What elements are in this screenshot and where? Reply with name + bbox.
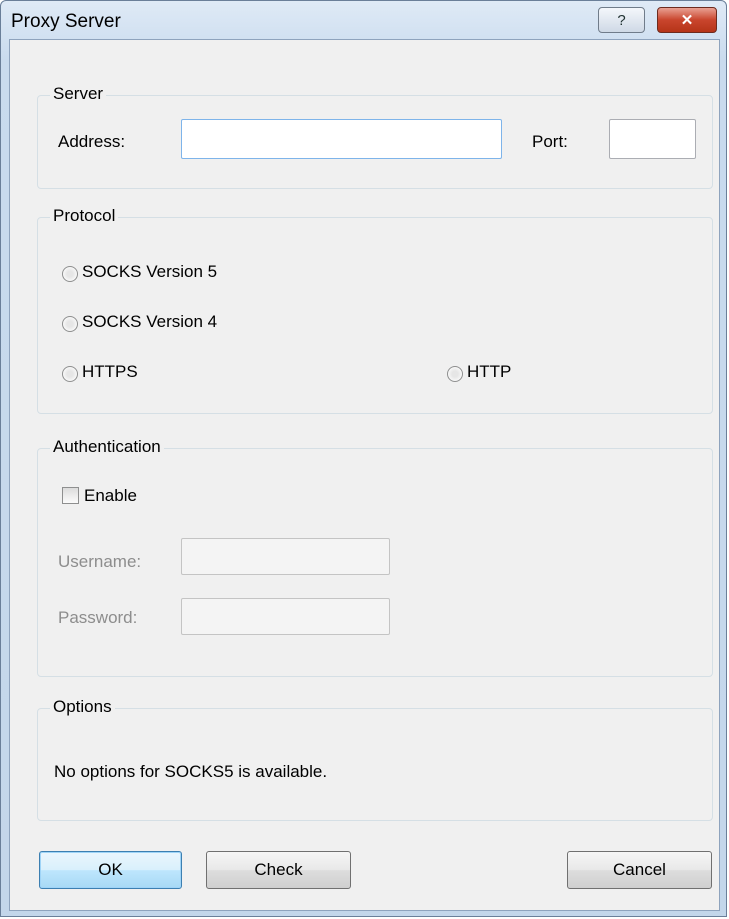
radio-icon[interactable] — [62, 316, 78, 332]
options-message: No options for SOCKS5 is available. — [54, 762, 328, 781]
protocol-group: Protocol SOCKS Version 5 SOCKS Version 4… — [37, 206, 713, 414]
radio-socks4-label[interactable]: SOCKS Version 4 — [82, 312, 217, 332]
close-button[interactable]: ✕ — [657, 7, 717, 33]
authentication-group: Authentication Enable Username: Password… — [37, 437, 713, 677]
port-label: Port: — [532, 132, 568, 151]
authentication-legend: Authentication — [50, 437, 164, 457]
password-label: Password: — [58, 608, 138, 627]
radio-socks5-label[interactable]: SOCKS Version 5 — [82, 262, 217, 282]
address-label: Address: — [58, 132, 126, 151]
address-input[interactable] — [181, 119, 502, 159]
radio-icon[interactable] — [447, 366, 463, 382]
help-button[interactable]: ? — [598, 7, 645, 33]
title-bar[interactable]: Proxy Server ? ✕ — [1, 1, 726, 39]
radio-icon[interactable] — [62, 266, 78, 282]
help-icon: ? — [617, 11, 626, 29]
protocol-legend: Protocol — [50, 206, 119, 226]
server-legend: Server — [50, 84, 107, 104]
check-button[interactable]: Check — [206, 851, 351, 889]
enable-label[interactable]: Enable — [84, 486, 137, 506]
username-input[interactable] — [181, 538, 390, 575]
cancel-button[interactable]: Cancel — [567, 851, 712, 889]
checkbox-icon[interactable] — [62, 487, 79, 504]
dialog-title: Proxy Server — [11, 11, 121, 32]
server-group: Server Address: Port: — [37, 84, 713, 189]
ok-button[interactable]: OK — [39, 851, 182, 889]
close-icon: ✕ — [680, 12, 694, 29]
options-legend: Options — [50, 697, 115, 717]
radio-http-label[interactable]: HTTP — [467, 362, 511, 382]
options-group: Options No options for SOCKS5 is availab… — [37, 697, 713, 821]
radio-https-label[interactable]: HTTPS — [82, 362, 138, 382]
password-input[interactable] — [181, 598, 390, 635]
port-input[interactable] — [609, 119, 696, 159]
proxy-server-dialog: Proxy Server ? ✕ Server Address: Port: P… — [0, 0, 727, 917]
dialog-body: Server Address: Port: Protocol SOCKS Ver… — [9, 39, 720, 911]
radio-icon[interactable] — [62, 366, 78, 382]
username-label: Username: — [58, 552, 142, 571]
